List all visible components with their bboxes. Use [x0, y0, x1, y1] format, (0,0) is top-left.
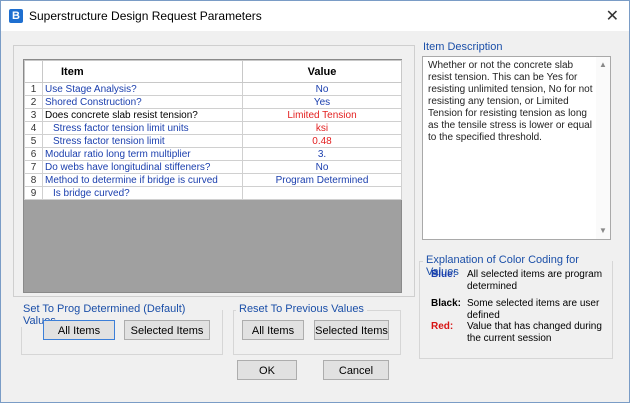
scroll-up-icon[interactable]: ▲	[599, 59, 607, 71]
row-item-label[interactable]: Stress factor tension limit units	[42, 121, 243, 135]
legend-key: Blue:	[431, 269, 456, 280]
dialog-window: B Superstructure Design Request Paramete…	[0, 0, 630, 403]
header-item: Item	[42, 60, 243, 83]
ok-button[interactable]: OK	[237, 360, 297, 380]
row-item-label[interactable]: Use Stage Analysis?	[42, 82, 243, 96]
table-row[interactable]: 5 Stress factor tension limit 0.48	[24, 134, 402, 148]
legend-key: Black:	[431, 298, 462, 309]
item-description-label: Item Description	[423, 41, 503, 53]
header-num	[24, 60, 43, 83]
legend-text: Value that has changed during the curren…	[467, 321, 602, 344]
reset-all-items-button[interactable]: All Items	[242, 320, 304, 340]
row-item-label[interactable]: Modular ratio long term multiplier	[42, 147, 243, 161]
row-number: 8	[24, 173, 43, 187]
description-scrollbar[interactable]: ▲ ▼	[596, 57, 610, 239]
row-value[interactable]: Limited Tension	[242, 108, 402, 122]
item-description-box: Whether or not the concrete slab resist …	[422, 56, 611, 240]
row-number: 5	[24, 134, 43, 148]
set-default-selected-items-button[interactable]: Selected Items	[124, 320, 210, 340]
close-icon[interactable]: ✕	[606, 6, 619, 26]
table-row[interactable]: 1 Use Stage Analysis? No	[24, 82, 402, 96]
row-number: 1	[24, 82, 43, 96]
row-item-label[interactable]: Is bridge curved?	[42, 186, 243, 200]
row-item-label[interactable]: Method to determine if bridge is curved	[42, 173, 243, 187]
table-row[interactable]: 7 Do webs have longitudinal stiffeners? No	[24, 160, 402, 174]
row-item-label[interactable]: Shored Construction?	[42, 95, 243, 109]
item-description-text: Whether or not the concrete slab resist …	[428, 60, 593, 143]
legend-text: All selected items are program determine…	[467, 269, 603, 292]
table-row[interactable]: 3 Does concrete slab resist tension? Limit…	[24, 108, 402, 122]
row-number: 3	[24, 108, 43, 122]
row-value[interactable]: No	[242, 160, 402, 174]
row-number: 6	[24, 147, 43, 161]
row-value[interactable]	[242, 186, 402, 200]
row-item-label[interactable]: Stress factor tension limit	[42, 134, 243, 148]
table-row[interactable]: 6 Modular ratio long term multiplier 3.	[24, 147, 402, 161]
row-item-label[interactable]: Do webs have longitudinal stiffeners?	[42, 160, 243, 174]
row-value[interactable]: Program Determined	[242, 173, 402, 187]
app-icon: B	[9, 9, 23, 23]
cancel-button[interactable]: Cancel	[323, 360, 389, 380]
table-row[interactable]: 8 Method to determine if bridge is curved…	[24, 173, 402, 187]
title-bar: B Superstructure Design Request Paramete…	[1, 1, 629, 31]
reset-label: Reset To Previous Values	[236, 303, 367, 315]
scroll-down-icon[interactable]: ▼	[599, 225, 607, 237]
row-number: 7	[24, 160, 43, 174]
row-number: 9	[24, 186, 43, 200]
row-value[interactable]: Yes	[242, 95, 402, 109]
row-value[interactable]: 3.	[242, 147, 402, 161]
table-row[interactable]: 2 Shored Construction? Yes	[24, 95, 402, 109]
parameters-grid: Item Value 1 Use Stage Analysis? No 2 Shored…	[23, 59, 402, 293]
table-row[interactable]: 9 Is bridge curved?	[24, 186, 402, 200]
window-title: Superstructure Design Request Parameters	[29, 9, 262, 23]
row-item-label[interactable]: Does concrete slab resist tension?	[42, 108, 243, 122]
legend-key: Red:	[431, 321, 454, 332]
reset-selected-items-button[interactable]: Selected Items	[314, 320, 389, 340]
table-row[interactable]: 4 Stress factor tension limit units ksi	[24, 121, 402, 135]
legend-text: Some selected items are user defined	[467, 298, 600, 321]
set-default-all-items-button[interactable]: All Items	[43, 320, 115, 340]
parameters-table: Item Value 1 Use Stage Analysis? No 2 Shored…	[24, 60, 402, 200]
row-value[interactable]: No	[242, 82, 402, 96]
row-value[interactable]: 0.48	[242, 134, 402, 148]
row-value[interactable]: ksi	[242, 121, 402, 135]
header-value: Value	[242, 60, 402, 83]
row-number: 2	[24, 95, 43, 109]
row-number: 4	[24, 121, 43, 135]
